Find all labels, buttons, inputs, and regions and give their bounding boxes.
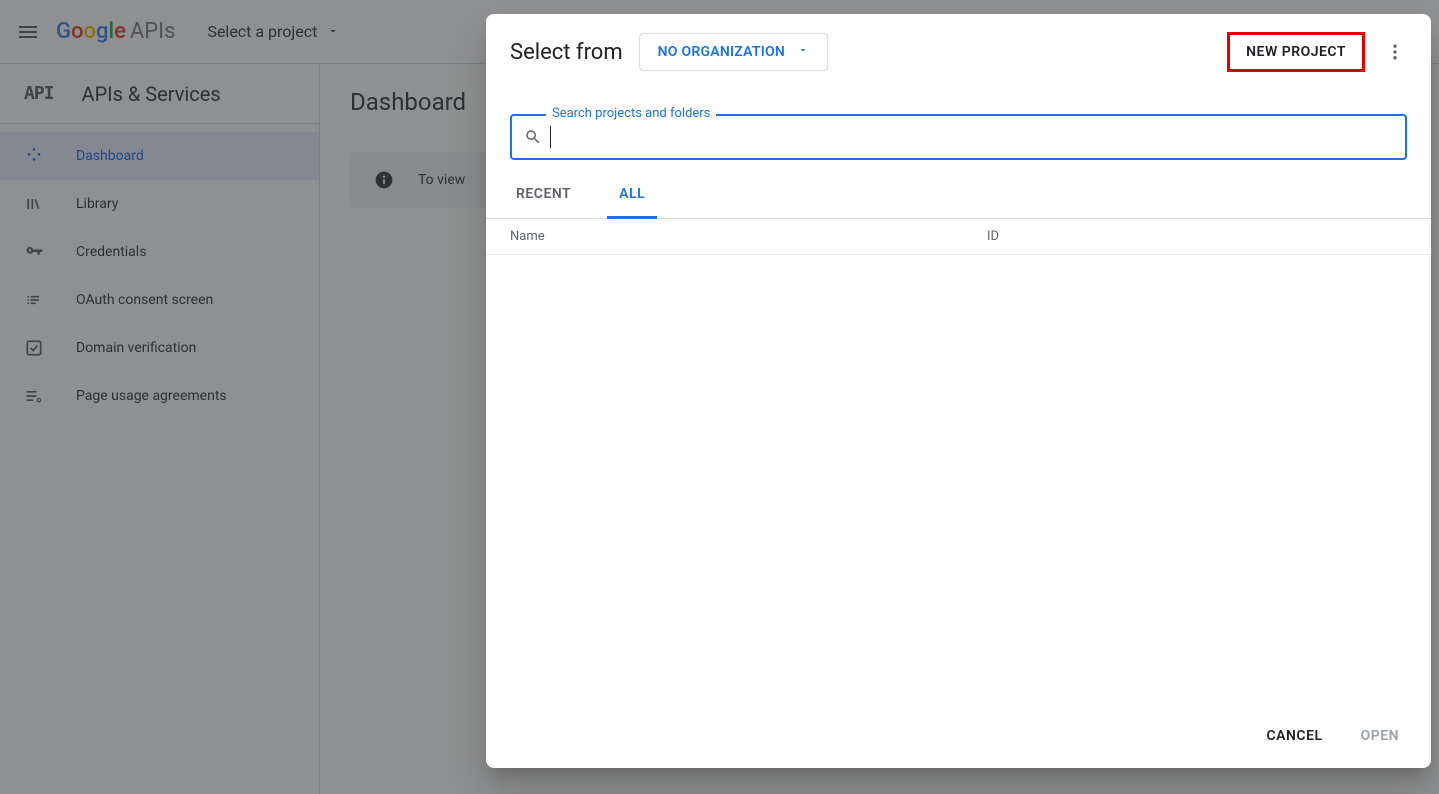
search-field-wrap: Search projects and folders <box>510 114 1407 160</box>
organization-dropdown[interactable]: NO ORGANIZATION <box>639 33 828 71</box>
open-button[interactable]: OPEN <box>1357 722 1403 750</box>
cancel-button[interactable]: CANCEL <box>1263 722 1327 750</box>
table-area: Name ID <box>486 219 1431 704</box>
dropdown-arrow-icon <box>797 44 809 60</box>
table-body[interactable] <box>486 255 1431 704</box>
table-header: Name ID <box>486 219 1431 255</box>
kebab-menu-icon[interactable] <box>1383 40 1407 64</box>
dialog-footer: CANCEL OPEN <box>486 704 1431 768</box>
dialog-header: Select from NO ORGANIZATION NEW PROJECT <box>486 14 1431 84</box>
tab-recent[interactable]: RECENT <box>504 172 583 218</box>
search-icon <box>524 128 542 146</box>
tab-all[interactable]: ALL <box>607 172 657 219</box>
column-id: ID <box>987 229 1407 244</box>
tab-label: RECENT <box>516 186 571 202</box>
dialog-title: Select from <box>510 40 623 65</box>
project-selector-dialog: Select from NO ORGANIZATION NEW PROJECT … <box>486 14 1431 768</box>
search-input[interactable] <box>551 129 1393 146</box>
column-name: Name <box>510 229 987 244</box>
tabs: RECENT ALL <box>486 172 1431 219</box>
organization-label: NO ORGANIZATION <box>658 44 785 60</box>
new-project-button[interactable]: NEW PROJECT <box>1227 32 1365 72</box>
search-label: Search projects and folders <box>546 106 716 121</box>
modal-overlay: Select from NO ORGANIZATION NEW PROJECT … <box>0 0 1439 794</box>
tab-label: ALL <box>619 186 645 202</box>
new-project-label: NEW PROJECT <box>1246 44 1346 60</box>
